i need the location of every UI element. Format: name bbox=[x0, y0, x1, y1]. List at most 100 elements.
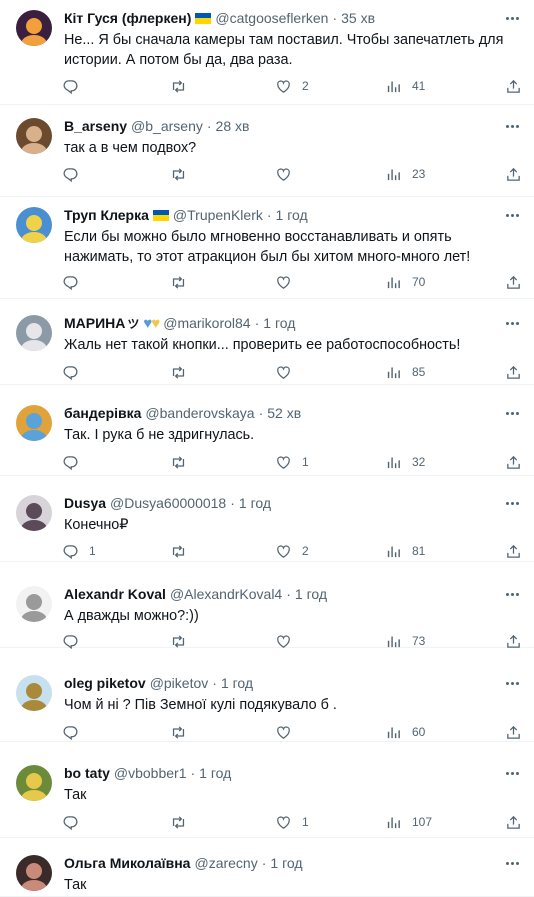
reply-button[interactable] bbox=[62, 722, 89, 742]
timestamp[interactable]: 52 хв bbox=[267, 405, 301, 421]
more-options-icon[interactable] bbox=[502, 493, 522, 513]
share-button[interactable] bbox=[505, 722, 522, 742]
reply-button[interactable] bbox=[62, 362, 89, 382]
share-button[interactable] bbox=[505, 76, 522, 96]
tweet[interactable]: B_arseny @b_arseny · 28 хв так а в чем п… bbox=[0, 105, 534, 197]
author-handle[interactable]: @piketov bbox=[150, 675, 209, 691]
more-options-icon[interactable] bbox=[502, 205, 522, 225]
like-button[interactable] bbox=[275, 164, 302, 184]
retweet-button[interactable] bbox=[170, 272, 187, 292]
more-options-icon[interactable] bbox=[502, 763, 522, 783]
timestamp[interactable]: 1 год bbox=[270, 855, 302, 871]
more-options-icon[interactable] bbox=[502, 313, 522, 333]
author-name[interactable]: oleg piketov bbox=[64, 675, 146, 691]
retweet-button[interactable] bbox=[170, 76, 187, 96]
timestamp[interactable]: 1 год bbox=[276, 207, 308, 223]
tweet[interactable]: bo taty @vbobber1 · 1 год Так 1 107 bbox=[0, 742, 534, 838]
timestamp[interactable]: 1 год bbox=[295, 586, 327, 602]
like-button[interactable] bbox=[275, 722, 302, 742]
author-handle[interactable]: @zarecny bbox=[194, 855, 257, 871]
author-name[interactable]: Труп Клерка bbox=[64, 207, 149, 223]
author-name[interactable]: Ольга Миколаївна bbox=[64, 855, 190, 871]
views-button[interactable]: 41 bbox=[385, 76, 425, 96]
retweet-button[interactable] bbox=[170, 452, 187, 472]
author-name[interactable]: бандерівка bbox=[64, 405, 141, 421]
views-button[interactable]: 85 bbox=[385, 362, 425, 382]
share-button[interactable] bbox=[505, 812, 522, 832]
avatar[interactable] bbox=[16, 586, 52, 622]
avatar[interactable] bbox=[16, 675, 52, 711]
like-button[interactable] bbox=[275, 272, 302, 292]
author-handle[interactable]: @marikorol84 bbox=[163, 315, 250, 331]
views-button[interactable]: 23 bbox=[385, 164, 425, 184]
avatar[interactable] bbox=[16, 207, 52, 243]
views-button[interactable]: 70 bbox=[385, 272, 425, 292]
reply-button[interactable] bbox=[62, 76, 89, 96]
more-options-icon[interactable] bbox=[502, 673, 522, 693]
tweet[interactable]: Труп Клерка @TrupenKlerk · 1 год Если бы… bbox=[0, 197, 534, 299]
retweet-button[interactable] bbox=[170, 812, 187, 832]
tweet[interactable]: Ольга Миколаївна @zarecny · 1 год Так bbox=[0, 838, 534, 897]
timestamp[interactable]: 1 год bbox=[263, 315, 295, 331]
views-button[interactable]: 32 bbox=[385, 452, 425, 472]
like-button[interactable] bbox=[275, 362, 302, 382]
views-button[interactable]: 107 bbox=[385, 812, 432, 832]
timestamp[interactable]: 1 год bbox=[221, 675, 253, 691]
views-button[interactable]: 81 bbox=[385, 541, 425, 561]
avatar[interactable] bbox=[16, 10, 52, 46]
more-options-icon[interactable] bbox=[502, 116, 522, 136]
tweet[interactable]: Alexandr Koval @AlexandrKoval4 · 1 год А… bbox=[0, 562, 534, 649]
avatar[interactable] bbox=[16, 855, 52, 891]
author-handle[interactable]: @catgooseflerken bbox=[215, 10, 328, 26]
retweet-button[interactable] bbox=[170, 362, 187, 382]
timestamp[interactable]: 1 год bbox=[239, 495, 271, 511]
reply-button[interactable] bbox=[62, 452, 89, 472]
author-name[interactable]: Dusya bbox=[64, 495, 106, 511]
more-options-icon[interactable] bbox=[502, 8, 522, 28]
reply-button[interactable] bbox=[62, 812, 89, 832]
share-button[interactable] bbox=[505, 452, 522, 472]
like-button[interactable]: 1 bbox=[275, 452, 309, 472]
author-handle[interactable]: @banderovskaya bbox=[145, 405, 254, 421]
timestamp[interactable]: 1 год bbox=[199, 765, 231, 781]
views-button[interactable]: 60 bbox=[385, 722, 425, 742]
retweet-button[interactable] bbox=[170, 722, 187, 742]
reply-button[interactable] bbox=[62, 164, 89, 184]
retweet-button[interactable] bbox=[170, 164, 187, 184]
share-button[interactable] bbox=[505, 362, 522, 382]
tweet[interactable]: бандерівка @banderovskaya · 52 хв Так. І… bbox=[0, 385, 534, 476]
author-name[interactable]: Alexandr Koval bbox=[64, 586, 166, 602]
tweet[interactable]: МАРИНА ツ ♥♥ @marikorol84 · 1 год Жаль нет … bbox=[0, 299, 534, 385]
tweet[interactable]: Кіт Гуся (флеркен) @catgooseflerken · 35… bbox=[0, 0, 534, 105]
author-name[interactable]: Кіт Гуся (флеркен) bbox=[64, 10, 191, 26]
author-name[interactable]: bo taty bbox=[64, 765, 110, 781]
author-name[interactable]: МАРИНА bbox=[64, 315, 125, 331]
avatar[interactable] bbox=[16, 405, 52, 441]
author-handle[interactable]: @TrupenKlerk bbox=[173, 207, 263, 223]
author-handle[interactable]: @Dusya60000018 bbox=[110, 495, 226, 511]
reply-button[interactable] bbox=[62, 272, 89, 292]
timestamp[interactable]: 35 хв bbox=[341, 10, 375, 26]
author-handle[interactable]: @vbobber1 bbox=[114, 765, 187, 781]
share-button[interactable] bbox=[505, 541, 522, 561]
tweet[interactable]: Dusya @Dusya60000018 · 1 год Конечно₽ 1 … bbox=[0, 476, 534, 562]
avatar[interactable] bbox=[16, 765, 52, 801]
retweet-button[interactable] bbox=[170, 541, 187, 561]
timestamp[interactable]: 28 хв bbox=[216, 118, 250, 134]
more-options-icon[interactable] bbox=[502, 853, 522, 873]
like-button[interactable]: 1 bbox=[275, 812, 309, 832]
more-options-icon[interactable] bbox=[502, 403, 522, 423]
like-button[interactable]: 2 bbox=[275, 541, 309, 561]
reply-button[interactable]: 1 bbox=[62, 541, 96, 561]
avatar[interactable] bbox=[16, 495, 52, 531]
author-handle[interactable]: @b_arseny bbox=[131, 118, 203, 134]
author-handle[interactable]: @AlexandrKoval4 bbox=[170, 586, 282, 602]
avatar[interactable] bbox=[16, 118, 52, 154]
author-name[interactable]: B_arseny bbox=[64, 118, 127, 134]
avatar[interactable] bbox=[16, 315, 52, 351]
tweet[interactable]: oleg piketov @piketov · 1 год Чом й ні ?… bbox=[0, 648, 534, 742]
share-button[interactable] bbox=[505, 164, 522, 184]
more-options-icon[interactable] bbox=[502, 584, 522, 604]
share-button[interactable] bbox=[505, 272, 522, 292]
like-button[interactable]: 2 bbox=[275, 76, 309, 96]
